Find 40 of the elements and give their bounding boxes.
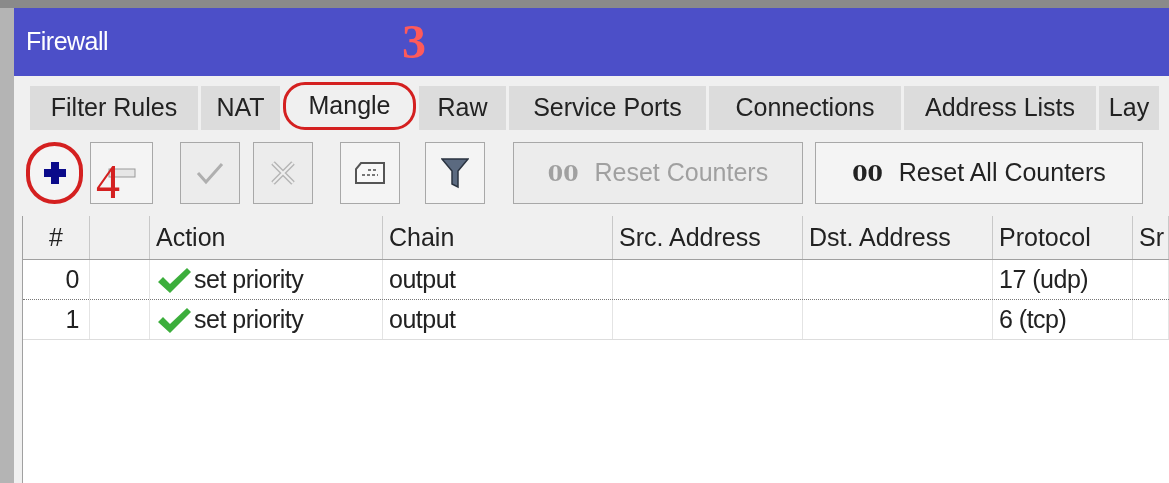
annotation-number: 3 bbox=[402, 18, 426, 66]
comment-button[interactable] bbox=[340, 142, 400, 204]
add-button[interactable] bbox=[26, 142, 83, 204]
table-cell-text: set priority bbox=[194, 263, 304, 295]
note-icon bbox=[354, 161, 386, 185]
column-header[interactable]: # bbox=[23, 216, 90, 259]
table-cell-text: set priority bbox=[194, 303, 304, 335]
tab[interactable]: Filter Rules bbox=[30, 86, 198, 130]
button-label: Reset Counters bbox=[594, 157, 769, 189]
column-header[interactable]: Protocol bbox=[993, 216, 1133, 259]
tab[interactable]: Mangle bbox=[283, 82, 416, 130]
counter-icon: 00 bbox=[547, 156, 579, 190]
tab[interactable]: NAT bbox=[201, 86, 280, 130]
column-header[interactable]: Action bbox=[150, 216, 383, 259]
window-title: Firewall bbox=[26, 26, 109, 58]
column-header[interactable]: Chain bbox=[383, 216, 613, 259]
reset-button[interactable]: 00 Reset All Counters bbox=[815, 142, 1143, 204]
plus-icon bbox=[41, 160, 68, 186]
tab[interactable]: Raw bbox=[419, 86, 506, 130]
table-cell-text: 1 bbox=[65, 303, 79, 335]
table-cell-text: 6 (tcp) bbox=[999, 303, 1067, 335]
table-cell-text: output bbox=[389, 263, 456, 295]
column-header[interactable]: Dst. Address bbox=[803, 216, 993, 259]
tab[interactable]: Service Ports bbox=[509, 86, 706, 130]
counter-icon: 00 bbox=[852, 156, 883, 190]
table-cell-text: 0 bbox=[65, 263, 79, 295]
check-icon bbox=[196, 161, 224, 185]
table-cell-text: output bbox=[389, 303, 456, 335]
tab[interactable]: Address Lists bbox=[904, 86, 1096, 130]
table-cell-text: 17 (udp) bbox=[999, 263, 1089, 295]
filter-icon bbox=[441, 157, 469, 189]
tab[interactable]: Lay bbox=[1099, 86, 1159, 130]
cross-icon bbox=[270, 160, 296, 186]
tab[interactable]: Connections bbox=[709, 86, 901, 130]
annotation-number: 4 bbox=[96, 158, 120, 206]
filter-button[interactable] bbox=[425, 142, 485, 204]
remove-button[interactable] bbox=[90, 142, 153, 204]
column-header[interactable]: Sr bbox=[1133, 216, 1169, 259]
button-label: Reset All Counters bbox=[898, 157, 1106, 189]
column-header[interactable]: Src. Address bbox=[613, 216, 803, 259]
